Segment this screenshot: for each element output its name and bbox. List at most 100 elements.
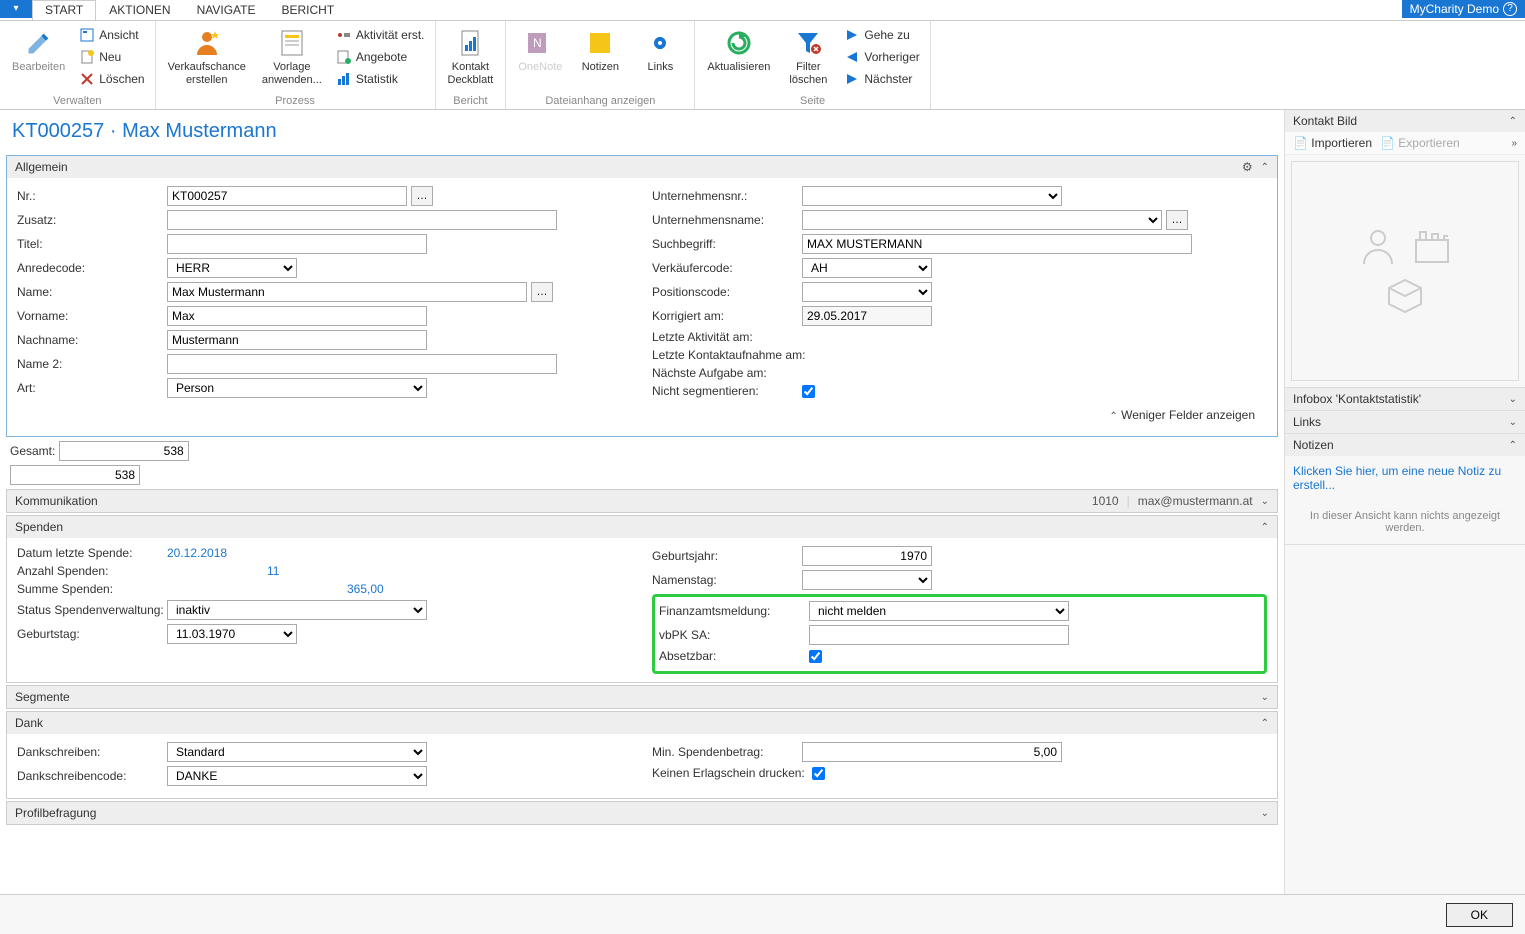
dankschreiben-select[interactable]: Standard — [167, 742, 427, 762]
tab-bericht[interactable]: BERICHT — [268, 0, 347, 20]
person-star-icon — [191, 27, 223, 59]
name-input[interactable] — [167, 282, 527, 302]
unternehmensnr-select[interactable] — [802, 186, 1062, 206]
side-links-header[interactable]: Links⌄ — [1285, 411, 1525, 433]
gear-icon[interactable]: ⚙ — [1242, 160, 1253, 174]
section-kommunikation-title: Kommunikation — [15, 494, 98, 508]
unternehmensname-select[interactable] — [802, 210, 1162, 230]
korrigiert-label: Korrigiert am: — [652, 309, 802, 323]
onenote-button[interactable]: N OneNote — [512, 23, 568, 78]
section-spenden-header[interactable]: Spenden ⌃ — [7, 516, 1277, 538]
absetzbar-checkbox[interactable] — [809, 650, 822, 663]
link-icon — [644, 27, 676, 59]
section-allgemein-header[interactable]: Allgemein ⚙ ⌃ — [7, 156, 1277, 178]
section-kommunikation-header[interactable]: Kommunikation 1010 | max@mustermann.at⌄ — [7, 490, 1277, 512]
minspende-input[interactable] — [802, 742, 1062, 762]
notizen-button[interactable]: Notizen — [572, 23, 628, 78]
report-icon — [454, 27, 486, 59]
gesamt-label: Gesamt: — [10, 444, 55, 458]
links-label: Links — [648, 61, 674, 74]
statistik-button[interactable]: Statistik — [332, 69, 429, 89]
titel-input[interactable] — [167, 234, 427, 254]
ribbon: Bearbeiten Ansicht Neu Löschen Verwalten… — [0, 20, 1525, 110]
vorname-input[interactable] — [167, 306, 427, 326]
unternehmensname-lookup-button[interactable]: … — [1166, 210, 1188, 230]
vorlage-label: Vorlage anwenden... — [262, 61, 322, 87]
nr-lookup-button[interactable]: … — [411, 186, 433, 206]
nr-input[interactable] — [167, 186, 407, 206]
ansicht-button[interactable]: Ansicht — [75, 25, 148, 45]
unternehmensnr-label: Unternehmensnr.: — [652, 189, 802, 203]
help-icon[interactable]: ? — [1503, 2, 1517, 16]
importieren-button[interactable]: 📄 Importieren — [1293, 136, 1372, 150]
neu-button[interactable]: Neu — [75, 47, 148, 67]
erlag-label: Keinen Erlagschein drucken: — [652, 766, 812, 780]
vbpk-input[interactable] — [809, 625, 1069, 645]
bearbeiten-button[interactable]: Bearbeiten — [6, 23, 71, 78]
section-segmente-header[interactable]: Segmente ⌄ — [7, 686, 1277, 708]
chevron-up-icon: ⌃ — [1261, 162, 1269, 173]
next-icon — [844, 71, 860, 87]
position-select[interactable] — [802, 282, 932, 302]
absetzbar-label: Absetzbar: — [659, 649, 809, 663]
geburtsjahr-input[interactable] — [802, 546, 932, 566]
nichtseg-label: Nicht segmentieren: — [652, 384, 802, 398]
verkaufschance-button[interactable]: Verkaufschance erstellen — [162, 23, 252, 91]
ok-button[interactable]: OK — [1446, 903, 1513, 927]
spende-summe-value[interactable]: 365,00 — [347, 582, 384, 596]
notes-icon — [584, 27, 616, 59]
titel-label: Titel: — [17, 237, 167, 251]
vorlage-button[interactable]: Vorlage anwenden... — [256, 23, 328, 91]
gehezu-button[interactable]: Gehe zu — [840, 25, 923, 45]
anrede-select[interactable]: HERR — [167, 258, 297, 278]
bearbeiten-label: Bearbeiten — [12, 61, 65, 74]
suchbegriff-input[interactable] — [802, 234, 1192, 254]
nichtseg-checkbox[interactable] — [802, 385, 815, 398]
filter-loeschen-button[interactable]: Filter löschen — [780, 23, 836, 91]
aktivitaet-button[interactable]: Aktivität erst. — [332, 25, 429, 45]
tab-start[interactable]: START — [32, 0, 96, 20]
tab-aktionen[interactable]: AKTIONEN — [96, 0, 183, 20]
filter-loeschen-label: Filter löschen — [789, 61, 827, 87]
loeschen-button[interactable]: Löschen — [75, 69, 148, 89]
nachname-label: Nachname: — [17, 333, 167, 347]
side-notizen-header[interactable]: Notizen⌃ — [1285, 434, 1525, 456]
angebote-button[interactable]: Angebote — [332, 47, 429, 67]
kontakt-deckblatt-button[interactable]: Kontakt Deckblatt — [442, 23, 500, 91]
more-icon[interactable]: » — [1511, 138, 1517, 149]
side-infobox-header[interactable]: Infobox 'Kontaktstatistik'⌄ — [1285, 388, 1525, 410]
dankcode-select[interactable]: DANKE — [167, 766, 427, 786]
verkaeufer-select[interactable]: AH — [802, 258, 932, 278]
gesamt-value — [59, 441, 189, 461]
links-button[interactable]: Links — [632, 23, 688, 78]
erlag-checkbox[interactable] — [812, 767, 825, 780]
name2-input[interactable] — [167, 354, 557, 374]
side-kontaktbild-title: Kontakt Bild — [1293, 114, 1357, 128]
chart-icon — [336, 71, 352, 87]
namenstag-select[interactable] — [802, 570, 932, 590]
name-lookup-button[interactable]: … — [531, 282, 553, 302]
tab-navigate[interactable]: NAVIGATE — [184, 0, 269, 20]
spende-status-select[interactable]: inaktiv — [167, 600, 427, 620]
notizen-empty-msg: In dieser Ansicht kann nichts angezeigt … — [1285, 500, 1525, 544]
neue-notiz-link[interactable]: Klicken Sie hier, um eine neue Notiz zu … — [1285, 456, 1525, 500]
side-kontaktbild-header[interactable]: Kontakt Bild⌃ — [1285, 110, 1525, 132]
geburtstag-select[interactable]: 11.03.1970 — [167, 624, 297, 644]
template-icon — [276, 27, 308, 59]
aktualisieren-button[interactable]: Aktualisieren — [701, 23, 776, 78]
spende-anzahl-label: Anzahl Spenden: — [17, 564, 167, 578]
weniger-felder-toggle[interactable]: ⌃ Weniger Felder anzeigen — [17, 402, 1267, 428]
section-dank-header[interactable]: Dank ⌃ — [7, 712, 1277, 734]
naechsteaufg-label: Nächste Aufgabe am: — [652, 366, 802, 380]
spende-datum-value[interactable]: 20.12.2018 — [167, 546, 227, 560]
app-menu-dropdown[interactable]: ▾ — [0, 0, 32, 18]
vorheriger-button[interactable]: Vorheriger — [840, 47, 923, 67]
section-profil-header[interactable]: Profilbefragung ⌄ — [7, 802, 1277, 824]
naechster-button[interactable]: Nächster — [840, 69, 923, 89]
section-allgemein-title: Allgemein — [15, 160, 68, 174]
spende-anzahl-value[interactable]: 11 — [267, 564, 279, 578]
finanzamt-select[interactable]: nicht melden — [809, 601, 1069, 621]
art-select[interactable]: Person — [167, 378, 427, 398]
zusatz-input[interactable] — [167, 210, 557, 230]
nachname-input[interactable] — [167, 330, 427, 350]
